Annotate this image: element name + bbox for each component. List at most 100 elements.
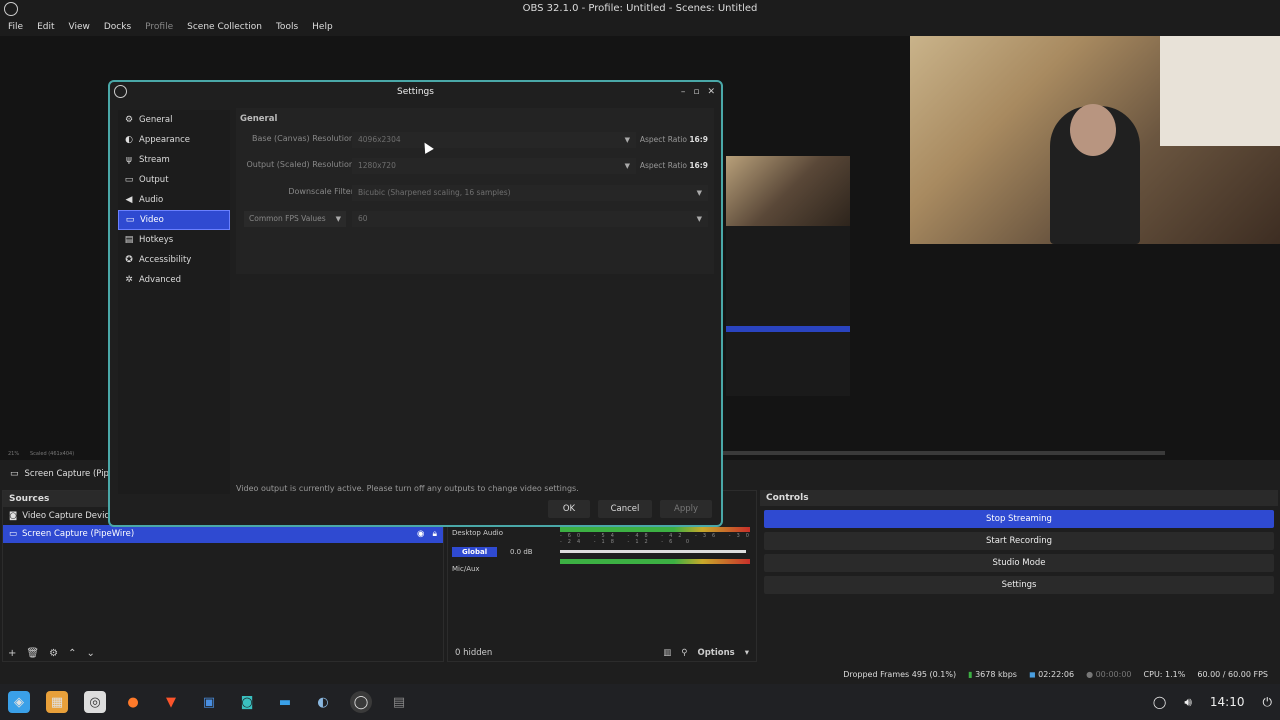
- nav-label: Accessibility: [139, 255, 192, 265]
- trash-icon[interactable]: 🗑︎: [26, 648, 39, 659]
- ok-button[interactable]: OK: [548, 500, 590, 518]
- settings-titlebar: Settings – ▫ ✕: [110, 82, 721, 102]
- base-resolution-value: 4096x2304: [358, 135, 401, 144]
- fps-mode-combo[interactable]: Common FPS Values ▼: [244, 211, 346, 227]
- status-bar: Dropped Frames 495 (0.1%) ▮ 3678 kbps ◼ …: [0, 664, 1280, 684]
- chevron-down-icon: ▾: [744, 648, 749, 658]
- power-icon[interactable]: ⏻: [1263, 695, 1273, 710]
- fps-value-combo[interactable]: 60 ▼: [352, 211, 708, 227]
- lock-icon[interactable]: 🔒︎: [432, 529, 437, 539]
- menu-tools[interactable]: Tools: [276, 22, 298, 32]
- aspect-value: 16:9: [689, 161, 708, 170]
- visibility-eye-icon[interactable]: ◉: [417, 529, 424, 539]
- settings-app-icon[interactable]: ◎: [84, 691, 106, 713]
- shop-icon[interactable]: ◙: [236, 691, 258, 713]
- aspect-prefix: Aspect Ratio: [639, 161, 687, 170]
- antenna-icon: ψ: [126, 155, 132, 165]
- fps-value: 60: [358, 214, 368, 223]
- menu-scene-collection[interactable]: Scene Collection: [187, 22, 262, 32]
- nav-label: Video: [140, 215, 164, 225]
- settings-nav: ⚙ General ◐ Appearance ψ Stream ▭ Output ◀ Au…: [118, 110, 230, 494]
- aspect-value: 16:9: [689, 135, 708, 144]
- gear-icon: ⚙: [124, 115, 134, 125]
- wrench-icon: ✲: [125, 275, 133, 285]
- source-label: Screen Capture (PipeWire): [22, 529, 135, 539]
- nav-appearance[interactable]: ◐ Appearance: [118, 130, 230, 150]
- base-resolution-combo[interactable]: 4096x2304 ▼: [352, 132, 636, 148]
- menu-edit[interactable]: Edit: [37, 22, 54, 32]
- downscale-row: Downscale Filter Bicubic (Sharpened scal…: [236, 185, 714, 201]
- cpu-usage: CPU: 1.1%: [1143, 669, 1186, 679]
- menu-view[interactable]: View: [69, 22, 90, 32]
- settings-button[interactable]: Settings: [764, 576, 1274, 594]
- nav-output[interactable]: ▭ Output: [118, 170, 230, 190]
- chevron-down-icon: ▼: [696, 215, 702, 223]
- nav-general[interactable]: ⚙ General: [118, 110, 230, 130]
- base-aspect-ratio: Aspect Ratio 16:9: [640, 135, 708, 144]
- app-launcher-icon[interactable]: ◈: [8, 691, 30, 713]
- window-title: OBS 32.1.0 - Profile: Untitled - Scenes:…: [522, 3, 758, 14]
- layout-icon[interactable]: ▥: [663, 648, 671, 658]
- chevron-down-icon: ▼: [624, 162, 630, 170]
- nav-advanced[interactable]: ✲ Advanced: [118, 270, 230, 290]
- start-recording-button[interactable]: Start Recording: [764, 532, 1274, 550]
- nav-hotkeys[interactable]: ▤ Hotkeys: [118, 230, 230, 250]
- minimize-icon[interactable]: –: [681, 82, 686, 102]
- options-button[interactable]: Options: [697, 648, 734, 658]
- obs-tray-icon[interactable]: ◯: [1153, 695, 1166, 709]
- move-up-icon[interactable]: ⌃: [68, 648, 76, 659]
- menu-docks[interactable]: Docks: [104, 22, 131, 32]
- app-grid-icon[interactable]: ▦: [46, 691, 68, 713]
- files-icon[interactable]: ▬: [274, 691, 296, 713]
- chevron-down-icon: ▼: [696, 189, 702, 197]
- source-item[interactable]: ▭ Screen Capture (PipeWire) ◉ 🔒︎: [3, 525, 443, 543]
- fps-row: Common FPS Values ▼ 60 ▼: [236, 211, 714, 227]
- add-icon[interactable]: +: [8, 648, 16, 659]
- menu-help[interactable]: Help: [312, 22, 333, 32]
- cancel-button[interactable]: Cancel: [598, 500, 652, 518]
- nav-audio[interactable]: ◀ Audio: [118, 190, 230, 210]
- menu-file[interactable]: File: [8, 22, 23, 32]
- gear-icon[interactable]: ⚙: [49, 648, 58, 659]
- aspect-prefix: Aspect Ratio: [639, 135, 687, 144]
- sources-toolbar: + 🗑︎ ⚙ ⌃ ⌄: [2, 644, 444, 662]
- close-icon[interactable]: ✕: [707, 82, 715, 102]
- mixer-channel-global[interactable]: Global: [452, 547, 498, 557]
- chevron-down-icon: ▼: [624, 136, 630, 144]
- nav-accessibility[interactable]: ✪ Accessibility: [118, 250, 230, 270]
- store-icon[interactable]: ▣: [198, 691, 220, 713]
- studio-mode-button[interactable]: Studio Mode: [764, 554, 1274, 572]
- video-settings-panel: General Base (Canvas) Resolution 4096x23…: [236, 108, 714, 274]
- media-icon[interactable]: ▤: [388, 691, 410, 713]
- output-active-warning: Video output is currently active. Please…: [236, 484, 579, 493]
- downscale-combo[interactable]: Bicubic (Sharpened scaling, 16 samples) …: [352, 185, 708, 201]
- output-resolution-combo[interactable]: 1280x720 ▼: [352, 158, 636, 174]
- apply-button[interactable]: Apply: [660, 500, 712, 518]
- nav-video[interactable]: ▭ Video: [118, 210, 230, 230]
- base-resolution-label: Base (Canvas) Resolution: [252, 134, 354, 143]
- link-icon[interactable]: ⚲: [681, 648, 687, 658]
- stream-icon: ◼: [1028, 669, 1036, 679]
- menu-profile[interactable]: Profile: [145, 22, 173, 32]
- webcam-window-area: [1160, 36, 1280, 146]
- brave-icon[interactable]: ▼: [160, 691, 182, 713]
- stream-time: 02:22:06: [1038, 669, 1075, 679]
- move-down-icon[interactable]: ⌄: [86, 648, 94, 659]
- taskbar: ◈ ▦ ◎ ● ▼ ▣ ◙ ▬ ◐ ◯ ▤ ◯ 🔊︎ 14:10 ⏻: [0, 684, 1280, 720]
- downscale-label: Downscale Filter: [288, 187, 354, 196]
- volume-slider[interactable]: [560, 550, 746, 553]
- clock[interactable]: 14:10: [1210, 695, 1245, 709]
- bitrate: 3678 kbps: [975, 669, 1017, 679]
- firefox-icon[interactable]: ●: [122, 691, 144, 713]
- volume-icon[interactable]: 🔊︎: [1184, 695, 1192, 710]
- obs-taskbar-icon[interactable]: ◯: [350, 691, 372, 713]
- nested-highlight: [726, 326, 850, 332]
- meter-scale: -60 -54 -48 -42 -36 -30 -24 -18 -12 -6 0: [560, 533, 755, 545]
- source-label: Video Capture Device: [22, 511, 115, 521]
- maximize-icon[interactable]: ▫: [693, 82, 699, 102]
- nav-stream[interactable]: ψ Stream: [118, 150, 230, 170]
- keyboard-icon: ▤: [124, 235, 134, 245]
- hidden-count: 0 hidden: [455, 648, 493, 658]
- steam-icon[interactable]: ◐: [312, 691, 334, 713]
- stop-streaming-button[interactable]: Stop Streaming: [764, 510, 1274, 528]
